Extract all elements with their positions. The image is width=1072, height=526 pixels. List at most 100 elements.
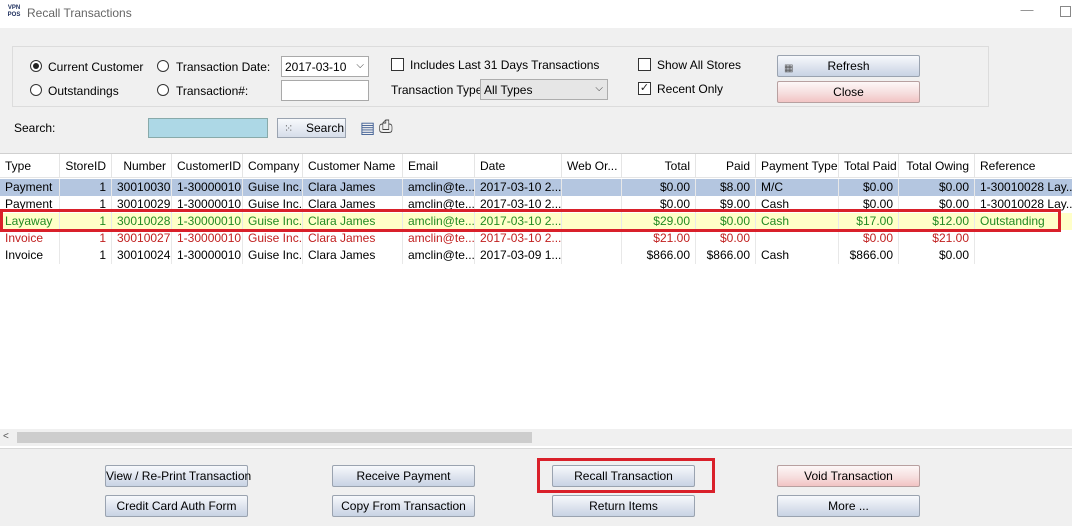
cell-customer-name: Clara James [303, 179, 403, 196]
grid-header: Type StoreID Number CustomerID Company C… [0, 154, 1072, 178]
transaction-number-radio[interactable] [157, 84, 169, 96]
cell-total-paid: $0.00 [839, 179, 899, 196]
current-customer-radio[interactable] [30, 60, 42, 72]
cell-storeid: 1 [60, 213, 112, 230]
show-all-stores-checkbox[interactable] [638, 58, 651, 71]
maximize-button[interactable] [1060, 6, 1071, 17]
scrollbar-thumb[interactable] [17, 432, 532, 443]
horizontal-scrollbar[interactable]: < [0, 429, 1072, 446]
recent-only-checkbox[interactable]: ✓ [638, 82, 651, 95]
table-row[interactable]: Payment 1 30010029 1-30000010 Guise Inc.… [0, 196, 1072, 213]
receive-payment-button[interactable]: Receive Payment [332, 465, 475, 487]
receive-payment-label: Receive Payment [356, 469, 451, 483]
column-header-number[interactable]: Number [112, 154, 172, 178]
cell-web-order [562, 196, 622, 213]
printer-icon[interactable]: ⎙ [379, 117, 393, 137]
cell-reference: 1-30010028 Lay... [980, 180, 1072, 194]
column-header-type[interactable]: Type [0, 154, 60, 178]
cell-reference [975, 230, 1072, 247]
transaction-number-label: Transaction#: [176, 84, 249, 98]
cell-web-order [562, 247, 622, 264]
title-bar: VPN POS Recall Transactions — [0, 0, 1072, 28]
cell-payment-type: M/C [756, 179, 839, 196]
cell-customer-name: Clara James [303, 196, 403, 213]
transaction-date-radio[interactable] [157, 60, 169, 72]
recent-only-label: Recent Only [657, 82, 724, 96]
cell-customer-name: Clara James [303, 213, 403, 230]
scroll-left-icon[interactable]: < [3, 431, 9, 442]
column-header-total[interactable]: Total [622, 154, 696, 178]
cell-number: 30010024 [112, 247, 172, 264]
return-items-button[interactable]: Return Items [552, 495, 695, 517]
transaction-number-input[interactable] [281, 80, 369, 101]
credit-card-auth-label: Credit Card Auth Form [116, 499, 237, 513]
minimize-button[interactable]: — [1019, 2, 1035, 20]
transaction-type-value: All Types [484, 83, 533, 97]
column-header-company[interactable]: Company [243, 154, 303, 178]
search-button[interactable]: ⁙ Search [277, 118, 346, 138]
column-header-date[interactable]: Date [475, 154, 562, 178]
transaction-type-select[interactable]: All Types ⌵ [480, 79, 608, 100]
cell-total: $866.00 [622, 247, 696, 264]
chevron-down-icon[interactable]: ⌵ [356, 60, 364, 71]
recall-transaction-button[interactable]: Recall Transaction [552, 465, 695, 487]
view-reprint-button[interactable]: View / Re-Print Transaction [105, 465, 251, 487]
cell-storeid: 1 [60, 230, 112, 247]
current-customer-label: Current Customer [48, 60, 144, 74]
transactions-grid[interactable]: Type StoreID Number CustomerID Company C… [0, 153, 1072, 448]
cell-total-owing: $0.00 [899, 196, 975, 213]
column-header-web-order[interactable]: Web Or... [562, 154, 622, 178]
cell-total-paid: $0.00 [839, 230, 899, 247]
cell-storeid: 1 [60, 196, 112, 213]
credit-card-auth-button[interactable]: Credit Card Auth Form [105, 495, 248, 517]
column-header-total-paid[interactable]: Total Paid [839, 154, 899, 178]
cell-date: 2017-03-10 2... [475, 196, 562, 213]
transaction-date-picker[interactable]: 2017-03-10 ⌵ [281, 56, 369, 77]
cell-email: amclin@te... [403, 213, 475, 230]
column-header-storeid[interactable]: StoreID [60, 154, 112, 178]
cell-number: 30010028 [112, 213, 172, 230]
column-header-email[interactable]: Email [403, 154, 475, 178]
transaction-date-label: Transaction Date: [176, 60, 271, 74]
outstandings-radio[interactable] [30, 84, 42, 96]
cell-number: 30010030 [112, 179, 172, 196]
cell-email: amclin@te... [403, 196, 475, 213]
cell-total-owing: $0.00 [899, 179, 975, 196]
cell-payment-type: Cash [756, 213, 839, 230]
transaction-date-value: 2017-03-10 [285, 60, 347, 74]
outstandings-label: Outstandings [48, 84, 119, 98]
column-header-customerid[interactable]: CustomerID [172, 154, 243, 178]
return-items-label: Return Items [589, 499, 658, 513]
table-row[interactable]: Invoice 1 30010027 1-30000010 Guise Inc.… [0, 230, 1072, 247]
copy-from-transaction-button[interactable]: Copy From Transaction [332, 495, 475, 517]
column-header-total-owing[interactable]: Total Owing [899, 154, 975, 178]
search-icon: ⁙ [284, 123, 294, 135]
column-header-paid[interactable]: Paid [696, 154, 756, 178]
more-button[interactable]: More ... [777, 495, 920, 517]
column-header-payment-type[interactable]: Payment Type [756, 154, 839, 178]
cell-reference: 1-30010028 Lay... [980, 197, 1072, 211]
window-title: Recall Transactions [27, 6, 132, 20]
cell-customer-name: Clara James [303, 230, 403, 247]
search-input[interactable] [148, 118, 268, 138]
cell-storeid: 1 [60, 179, 112, 196]
cell-web-order [562, 213, 622, 230]
document-icon[interactable]: ▤ [360, 118, 375, 138]
chevron-down-icon[interactable]: ⌵ [595, 83, 603, 94]
cell-total: $0.00 [622, 179, 696, 196]
cell-company: Guise Inc. [243, 179, 303, 196]
void-transaction-button[interactable]: Void Transaction [777, 465, 920, 487]
table-row[interactable]: Invoice 1 30010024 1-30000010 Guise Inc.… [0, 247, 1072, 264]
table-row[interactable]: Payment 1 30010030 1-30000010 Guise Inc.… [0, 179, 1072, 196]
cell-type: Invoice [0, 247, 60, 264]
cell-reference: Outstanding [980, 214, 1045, 228]
cell-company: Guise Inc. [243, 213, 303, 230]
close-button-label: Close [833, 85, 864, 99]
column-header-reference[interactable]: Reference [975, 154, 1072, 178]
column-header-customer-name[interactable]: Customer Name [303, 154, 403, 178]
table-row[interactable]: Layaway 1 30010028 1-30000010 Guise Inc.… [0, 213, 1072, 230]
close-button[interactable]: Close [777, 81, 920, 103]
refresh-button[interactable]: ▦ Refresh [777, 55, 920, 77]
include-last-31-checkbox[interactable] [391, 58, 404, 71]
cell-type: Invoice [0, 230, 60, 247]
